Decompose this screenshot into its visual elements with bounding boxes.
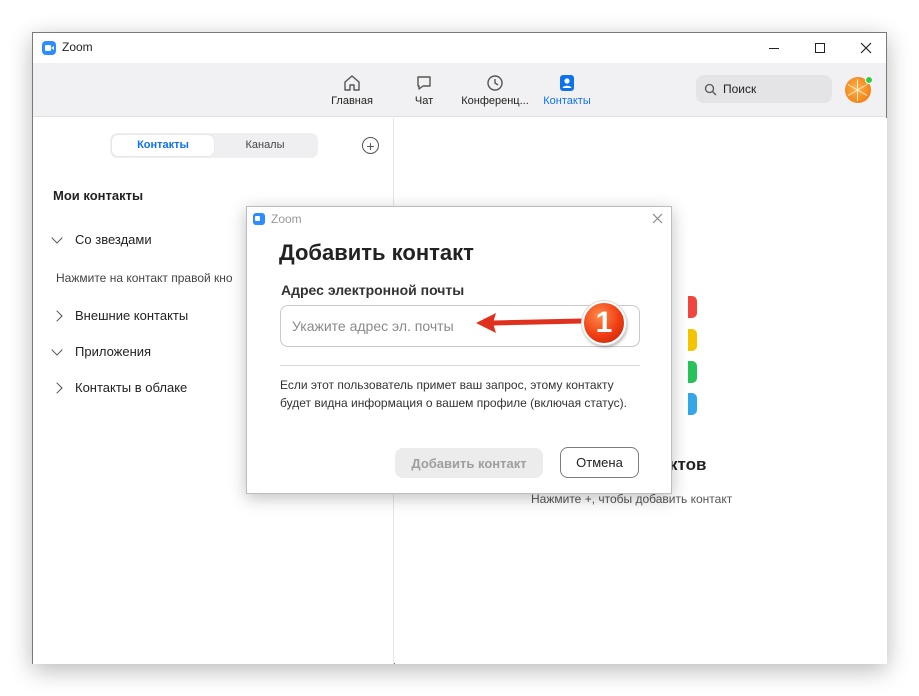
chevron-right-icon bbox=[51, 381, 63, 394]
tree-item-apps[interactable]: Приложения bbox=[51, 343, 152, 359]
add-contact-plus-button[interactable]: + bbox=[362, 137, 379, 154]
dialog-note: Если этот пользователь примет ваш запрос… bbox=[280, 378, 628, 410]
tree-item-label: Со звездами bbox=[75, 232, 152, 247]
maximize-button[interactable] bbox=[797, 33, 843, 63]
dialog-close-button[interactable] bbox=[647, 209, 667, 227]
segment-channels[interactable]: Каналы bbox=[214, 135, 316, 156]
dialog-title: Добавить контакт bbox=[279, 240, 474, 265]
tab-contacts-label: Контакты bbox=[543, 95, 591, 107]
zoom-logo-icon bbox=[253, 213, 265, 225]
email-field-label: Адрес электронной почты bbox=[281, 282, 465, 298]
tab-meetings-label: Конференц... bbox=[461, 95, 529, 107]
tab-home[interactable]: Главная bbox=[312, 74, 392, 107]
tab-contacts[interactable]: Контакты bbox=[527, 74, 607, 107]
chat-icon bbox=[417, 76, 431, 90]
chevron-down-icon bbox=[51, 231, 63, 244]
window-title: Zoom bbox=[62, 40, 93, 54]
tab-meetings[interactable]: Конференц... bbox=[455, 74, 535, 107]
title-bar: Zoom bbox=[33, 33, 886, 63]
tab-chat[interactable]: Чат bbox=[384, 74, 464, 107]
tree-item-label: Контакты в облаке bbox=[75, 380, 188, 395]
plus-icon: + bbox=[366, 137, 375, 154]
empty-illustration-bar-blue bbox=[688, 393, 697, 415]
chevron-right-icon bbox=[51, 309, 63, 322]
annotation-arrow bbox=[476, 313, 585, 333]
chevron-down-icon bbox=[51, 343, 63, 356]
search-input[interactable] bbox=[723, 82, 823, 96]
dialog-divider bbox=[280, 365, 640, 366]
cancel-button[interactable]: Отмена bbox=[560, 447, 639, 478]
minimize-button[interactable] bbox=[751, 33, 797, 63]
add-contact-dialog: Zoom Добавить контакт Адрес электронной … bbox=[246, 206, 672, 494]
add-contact-button[interactable]: Добавить контакт bbox=[395, 448, 543, 478]
zoom-logo-icon bbox=[42, 41, 56, 55]
tree-item-label: Приложения bbox=[75, 344, 152, 359]
minimize-icon bbox=[769, 47, 779, 49]
home-icon bbox=[344, 75, 360, 91]
close-window-button[interactable] bbox=[843, 33, 889, 63]
tab-home-label: Главная bbox=[331, 95, 373, 107]
empty-state-hint: Нажмите +, чтобы добавить контакт bbox=[531, 492, 733, 506]
tab-chat-label: Чат bbox=[414, 95, 434, 107]
contacts-icon bbox=[560, 75, 574, 91]
my-contacts-heading: Мои контакты bbox=[53, 188, 144, 203]
dialog-app-name: Zoom bbox=[271, 212, 302, 226]
top-navigation: Главная Чат Конференц... Контакты bbox=[33, 63, 886, 117]
segment-contacts[interactable]: Контакты bbox=[112, 135, 214, 156]
close-icon bbox=[860, 42, 872, 54]
empty-state-title: ктов bbox=[669, 455, 707, 474]
maximize-icon bbox=[815, 43, 825, 53]
empty-illustration-bar-red bbox=[688, 296, 697, 318]
contacts-channels-switch: Контакты Каналы bbox=[110, 133, 318, 158]
tree-item-external[interactable]: Внешние контакты bbox=[51, 308, 189, 323]
empty-illustration-bar-yellow bbox=[688, 329, 697, 351]
search-box[interactable] bbox=[696, 75, 832, 103]
search-icon bbox=[704, 83, 717, 95]
online-status-dot bbox=[865, 76, 873, 84]
empty-illustration-bar-green bbox=[688, 361, 697, 383]
step-badge: 1 bbox=[582, 301, 626, 345]
tree-item-cloud[interactable]: Контакты в облаке bbox=[51, 380, 188, 395]
clock-icon bbox=[487, 75, 503, 91]
tree-item-label: Внешние контакты bbox=[75, 308, 189, 323]
tree-item-starred[interactable]: Со звездами bbox=[51, 231, 152, 247]
close-icon bbox=[652, 213, 662, 224]
